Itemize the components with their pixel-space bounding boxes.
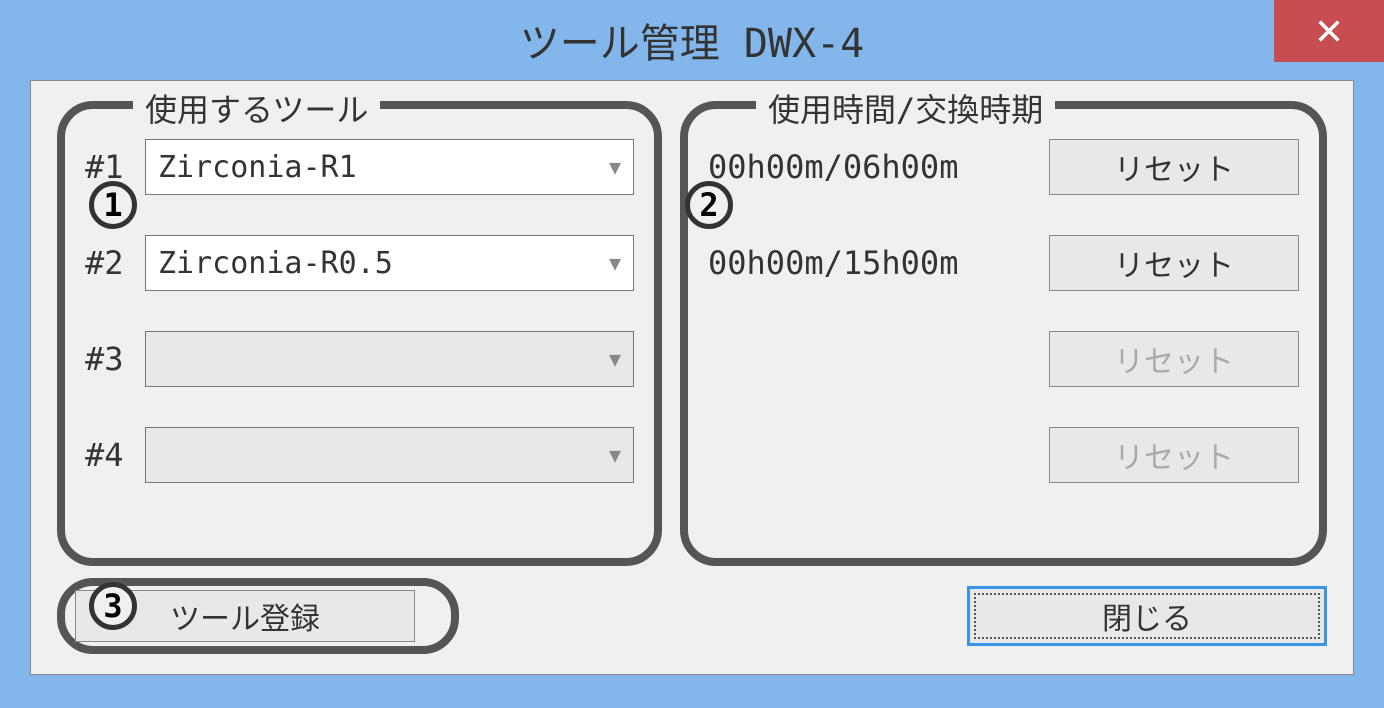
tool-row-1: #1 Zirconia-R1 ▼ bbox=[85, 139, 634, 195]
tool-row-3: #3 ▼ bbox=[85, 331, 634, 387]
usage-time-panel: 使用時間/交換時期 00h00m/06h00m リセット 00h00m/15h0… bbox=[680, 101, 1327, 566]
dialog-content: 1 2 使用するツール #1 Zirconia-R1 ▼ #2 Zirconia… bbox=[30, 80, 1354, 675]
window-title: ツール管理 DWX-4 bbox=[520, 11, 865, 69]
reset-button-1[interactable]: リセット bbox=[1049, 139, 1299, 195]
annotation-2: 2 bbox=[685, 181, 733, 229]
reset-button-4: リセット bbox=[1049, 427, 1299, 483]
time-value-1: 00h00m/06h00m bbox=[708, 148, 958, 186]
tool-select-value-2: Zirconia-R0.5 bbox=[158, 246, 393, 281]
tools-used-legend: 使用するツール bbox=[133, 85, 380, 131]
reset-button-2[interactable]: リセット bbox=[1049, 235, 1299, 291]
tool-row-2: #2 Zirconia-R0.5 ▼ bbox=[85, 235, 634, 291]
time-row-2: 00h00m/15h00m リセット bbox=[708, 235, 1299, 291]
chevron-down-icon: ▼ bbox=[609, 443, 621, 467]
tools-used-panel: 使用するツール #1 Zirconia-R1 ▼ #2 Zirconia-R0.… bbox=[57, 101, 662, 566]
tool-slot-label-2: #2 bbox=[85, 244, 145, 282]
time-row-1: 00h00m/06h00m リセット bbox=[708, 139, 1299, 195]
close-button[interactable]: 閉じる bbox=[967, 586, 1327, 646]
annotation-1: 1 bbox=[89, 181, 137, 229]
tool-management-dialog: ツール管理 DWX-4 1 2 使用するツール #1 Zirconia-R1 ▼ bbox=[0, 0, 1384, 708]
usage-time-legend: 使用時間/交換時期 bbox=[756, 85, 1055, 131]
tool-select-2[interactable]: Zirconia-R0.5 ▼ bbox=[145, 235, 634, 291]
tool-slot-label-3: #3 bbox=[85, 340, 145, 378]
time-value-2: 00h00m/15h00m bbox=[708, 244, 958, 282]
tool-slot-label-4: #4 bbox=[85, 436, 145, 474]
time-row-3: リセット bbox=[708, 331, 1299, 387]
reset-button-3: リセット bbox=[1049, 331, 1299, 387]
dialog-footer: ツール登録 閉じる bbox=[57, 578, 1327, 654]
window-close-button[interactable] bbox=[1274, 0, 1384, 62]
tool-row-4: #4 ▼ bbox=[85, 427, 634, 483]
chevron-down-icon: ▼ bbox=[609, 155, 621, 179]
time-row-4: リセット bbox=[708, 427, 1299, 483]
chevron-down-icon: ▼ bbox=[609, 347, 621, 371]
annotation-3: 3 bbox=[89, 582, 137, 630]
close-icon bbox=[1315, 17, 1343, 45]
titlebar: ツール管理 DWX-4 bbox=[0, 0, 1384, 80]
tool-select-3[interactable]: ▼ bbox=[145, 331, 634, 387]
tool-select-value-1: Zirconia-R1 bbox=[158, 150, 357, 185]
tool-select-1[interactable]: Zirconia-R1 ▼ bbox=[145, 139, 634, 195]
chevron-down-icon: ▼ bbox=[609, 251, 621, 275]
tool-select-4[interactable]: ▼ bbox=[145, 427, 634, 483]
